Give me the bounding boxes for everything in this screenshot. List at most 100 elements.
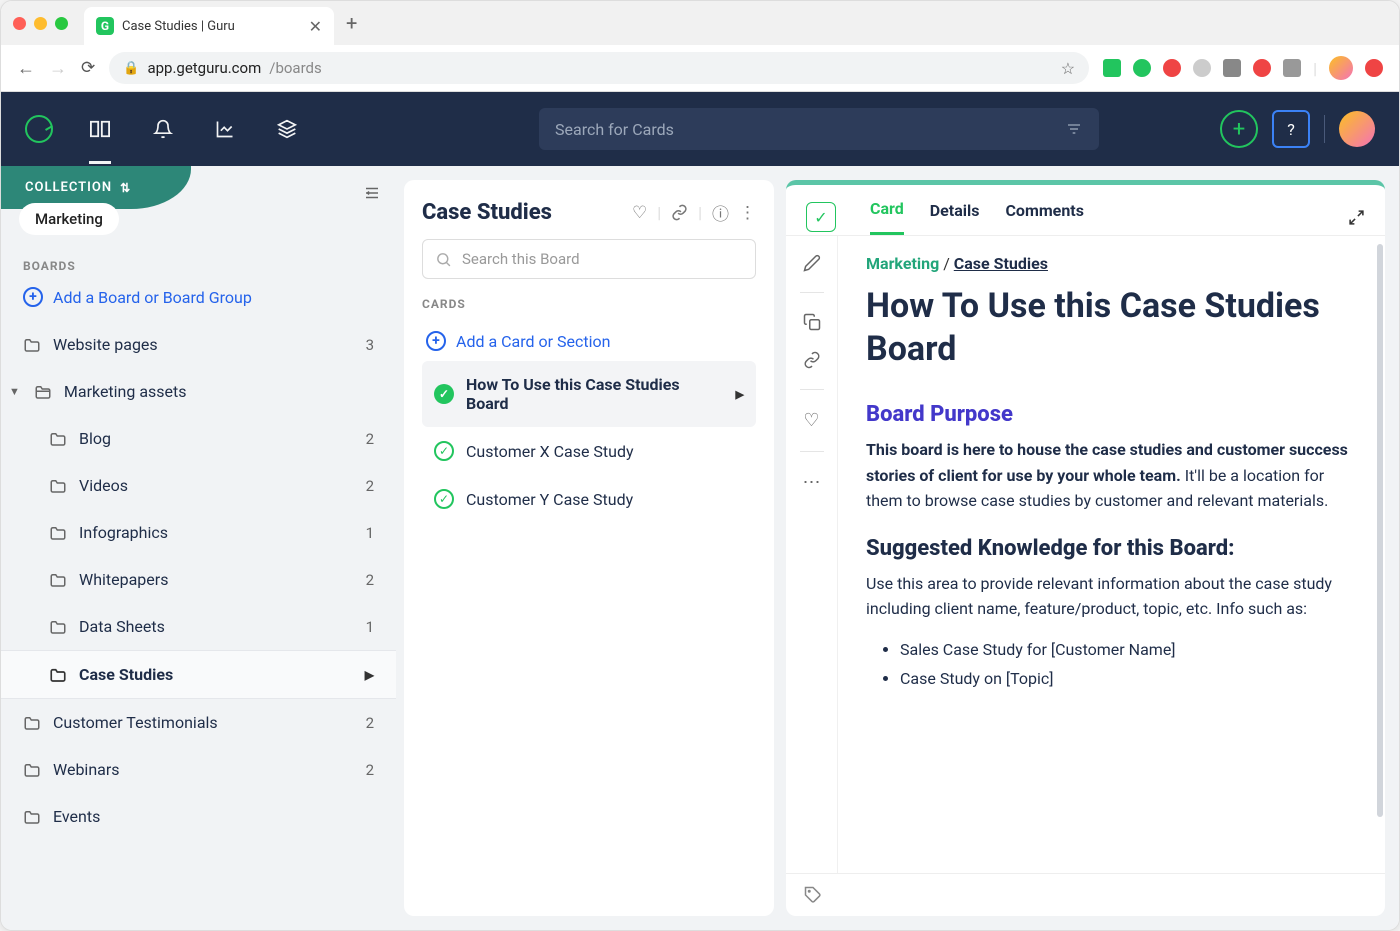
reload-button[interactable]: ⟳ <box>81 58 95 78</box>
sidebar-item-videos[interactable]: Videos 2 <box>1 462 396 509</box>
lock-icon: 🔒 <box>123 61 139 76</box>
url-bar[interactable]: 🔒 app.getguru.com/boards ☆ <box>109 52 1089 84</box>
folder-icon <box>49 667 67 683</box>
more-icon[interactable]: ⋯ <box>803 472 821 493</box>
card-item-customer-x[interactable]: ✓ Customer X Case Study <box>422 427 756 475</box>
heart-icon[interactable]: ♡ <box>803 410 819 431</box>
sidebar-item-webinars[interactable]: Webinars 2 <box>1 746 396 793</box>
copy-icon[interactable] <box>803 313 821 331</box>
sidebar-item-whitepapers[interactable]: Whitepapers 2 <box>1 556 396 603</box>
sidebar-item-testimonials[interactable]: Customer Testimonials 2 <box>1 699 396 746</box>
list-item: Sales Case Study for [Customer Name] <box>900 636 1357 665</box>
sidebar-collapse-icon[interactable] <box>362 184 382 202</box>
link-icon[interactable] <box>803 351 821 369</box>
check-circle-icon: ✓ <box>434 384 454 404</box>
collection-name-chip[interactable]: Marketing <box>19 203 119 235</box>
boards-label: BOARDS <box>1 235 396 279</box>
layers-icon[interactable] <box>277 119 297 139</box>
browser-tab[interactable]: G Case Studies | Guru ✕ <box>84 7 334 45</box>
more-icon[interactable]: ⋮ <box>739 203 756 223</box>
sidebar-item-label: Website pages <box>53 335 158 354</box>
sidebar-item-marketing-assets[interactable]: ▼ Marketing assets <box>1 368 396 415</box>
heart-icon[interactable]: ♡ <box>632 203 647 223</box>
tag-icon[interactable] <box>804 886 1367 904</box>
guru-favicon: G <box>96 17 114 35</box>
sidebar-item-infographics[interactable]: Infographics 1 <box>1 509 396 556</box>
library-icon[interactable] <box>89 119 111 164</box>
tab-title: Case Studies | Guru <box>122 19 235 34</box>
breadcrumb-collection[interactable]: Marketing <box>866 254 939 273</box>
tab-comments[interactable]: Comments <box>1005 201 1083 234</box>
section-heading: Suggested Knowledge for this Board: <box>866 536 1357 561</box>
search-input[interactable]: Search for Cards <box>539 108 1099 150</box>
edit-icon[interactable] <box>803 254 821 272</box>
tab-card[interactable]: Card <box>870 199 904 235</box>
sidebar-item-label: Events <box>53 807 100 826</box>
add-board-link[interactable]: + Add a Board or Board Group <box>1 279 396 321</box>
extension-icon[interactable] <box>1223 59 1241 77</box>
sidebar-item-count: 2 <box>366 477 374 495</box>
scrollbar[interactable] <box>1377 236 1383 873</box>
sidebar-item-label: Infographics <box>79 523 168 542</box>
add-button[interactable]: + <box>1220 110 1258 148</box>
sidebar-item-website-pages[interactable]: Website pages 3 <box>1 321 396 368</box>
folder-icon <box>23 762 41 778</box>
sidebar-item-label: Whitepapers <box>79 570 168 589</box>
folder-icon <box>49 478 67 494</box>
card-item-label: Customer Y Case Study <box>466 490 633 509</box>
sidebar-item-label: Marketing assets <box>64 382 187 401</box>
extension-icon[interactable] <box>1283 59 1301 77</box>
sidebar-item-count: 2 <box>366 571 374 589</box>
breadcrumb-board[interactable]: Case Studies <box>954 254 1048 273</box>
collection-label: COLLECTION <box>25 180 112 195</box>
extension-icon[interactable] <box>1133 59 1151 77</box>
extension-icon[interactable] <box>1103 59 1121 77</box>
tab-close-icon[interactable]: ✕ <box>309 17 322 36</box>
tab-details[interactable]: Details <box>930 201 980 234</box>
breadcrumb: Marketing / Case Studies <box>866 254 1357 273</box>
url-path: /boards <box>269 59 321 77</box>
browser-profile-avatar[interactable] <box>1329 56 1353 80</box>
sidebar-item-events[interactable]: Events <box>1 793 396 840</box>
bookmark-star-icon[interactable]: ☆ <box>1061 59 1075 78</box>
cards-label: CARDS <box>422 297 756 311</box>
info-icon[interactable]: ⓘ <box>712 200 729 225</box>
extension-icon[interactable] <box>1365 59 1383 77</box>
guru-logo[interactable] <box>25 115 53 143</box>
extension-icon[interactable] <box>1163 59 1181 77</box>
sidebar-item-label: Case Studies <box>79 665 173 684</box>
extension-icon[interactable] <box>1253 59 1271 77</box>
verify-check-icon[interactable]: ✓ <box>806 202 836 232</box>
add-card-link[interactable]: + Add a Card or Section <box>422 321 756 361</box>
link-icon[interactable] <box>671 204 688 221</box>
extension-icon[interactable] <box>1193 59 1211 77</box>
folder-group-icon <box>34 384 52 400</box>
expand-icon[interactable] <box>1348 209 1365 226</box>
card-item-how-to[interactable]: ✓ How To Use this Case Studies Board ▶ <box>422 361 756 427</box>
bell-icon[interactable] <box>153 119 173 139</box>
window-close[interactable] <box>13 17 26 30</box>
back-button[interactable]: ← <box>17 58 35 79</box>
sidebar-item-count: 1 <box>366 618 374 636</box>
board-search-input[interactable]: Search this Board <box>422 239 756 279</box>
sidebar-item-data-sheets[interactable]: Data Sheets 1 <box>1 603 396 650</box>
check-circle-icon: ✓ <box>434 489 454 509</box>
window-minimize[interactable] <box>34 17 47 30</box>
analytics-icon[interactable] <box>215 119 235 139</box>
sidebar-item-case-studies[interactable]: Case Studies ▶ <box>1 650 396 699</box>
help-button[interactable]: ? <box>1272 110 1310 148</box>
filter-icon[interactable] <box>1065 121 1083 137</box>
card-detail-panel: ✓ Card Details Comments <box>786 180 1385 916</box>
sidebar-item-count: 2 <box>366 430 374 448</box>
section-body: Use this area to provide relevant inform… <box>866 571 1357 622</box>
user-avatar[interactable] <box>1339 111 1375 147</box>
list-item: Case Study on [Topic] <box>900 665 1357 694</box>
window-maximize[interactable] <box>55 17 68 30</box>
new-tab-button[interactable]: + <box>346 11 357 35</box>
forward-button[interactable]: → <box>49 58 67 79</box>
folder-icon <box>23 337 41 353</box>
bullet-list: Sales Case Study for [Customer Name] Cas… <box>866 636 1357 694</box>
sidebar-item-blog[interactable]: Blog 2 <box>1 415 396 462</box>
sidebar-item-label: Customer Testimonials <box>53 713 218 732</box>
card-item-customer-y[interactable]: ✓ Customer Y Case Study <box>422 475 756 523</box>
